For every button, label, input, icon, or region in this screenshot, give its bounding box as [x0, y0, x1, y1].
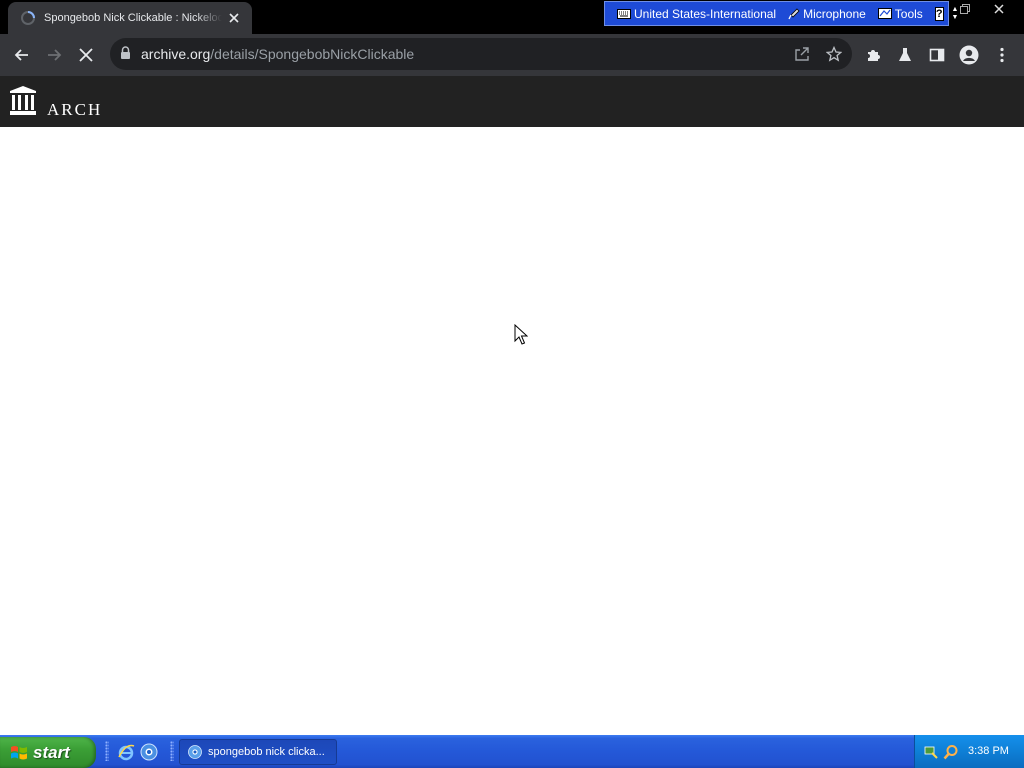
- chrome-icon: [188, 745, 202, 759]
- url-path: /details/SpongebobNickClickable: [210, 46, 415, 62]
- tab-close-icon[interactable]: [226, 10, 242, 26]
- help-icon[interactable]: ?: [934, 6, 944, 21]
- page-content: [0, 127, 1024, 735]
- start-button[interactable]: start: [0, 737, 96, 768]
- mouse-cursor-icon: [514, 324, 528, 345]
- internet-explorer-icon[interactable]: [117, 743, 135, 761]
- loading-spinner-icon: [21, 11, 35, 25]
- chrome-launcher-icon[interactable]: [140, 743, 158, 761]
- stop-loading-button[interactable]: [70, 39, 102, 71]
- microphone-button[interactable]: Microphone: [788, 7, 866, 21]
- language-label: United States-International: [634, 6, 777, 21]
- forward-button[interactable]: [38, 39, 70, 71]
- arrow-left-icon: [14, 49, 28, 61]
- clock[interactable]: 3:38 PM: [968, 735, 1009, 768]
- restore-window-button[interactable]: [950, 0, 980, 18]
- site-header: ARCH: [0, 76, 1024, 127]
- system-tray: 3:38 PM: [914, 735, 1024, 768]
- taskbar-window-label: spongebob nick clicka...: [208, 746, 325, 758]
- flask-icon: [899, 48, 911, 61]
- taskbar: start spongebob nick clicka... 3:38 PM: [0, 735, 1024, 768]
- tools-label: Tools: [894, 6, 923, 21]
- stop-icon: [79, 48, 93, 62]
- labs-button[interactable]: [889, 39, 921, 71]
- language-selector[interactable]: United States-International: [617, 7, 776, 21]
- quick-launch-grip[interactable]: [105, 741, 109, 761]
- tools-icon: [877, 8, 892, 19]
- windows-logo-icon: [11, 745, 27, 759]
- back-button[interactable]: [6, 39, 38, 71]
- browser-tab[interactable]: Spongebob Nick Clickable : Nickelodeon: [8, 2, 252, 34]
- avatar-icon: [959, 45, 979, 65]
- bookmark-star-icon[interactable]: [824, 44, 844, 64]
- tab-strip: Spongebob Nick Clickable : Nickelodeon U…: [0, 0, 1024, 34]
- lock-icon[interactable]: [120, 46, 131, 60]
- profile-button[interactable]: [953, 39, 985, 71]
- archive-logo-icon[interactable]: [9, 86, 37, 116]
- arrow-right-icon: [48, 49, 62, 61]
- close-window-button[interactable]: [984, 0, 1014, 18]
- taskbar-window-button[interactable]: spongebob nick clicka...: [179, 739, 337, 765]
- start-label: start: [33, 742, 70, 762]
- taskbar-grip[interactable]: [170, 741, 174, 761]
- chrome-menu-button[interactable]: [986, 39, 1018, 71]
- restore-icon: [960, 4, 970, 14]
- url-host: archive.org: [141, 46, 211, 62]
- puzzle-icon: [868, 50, 880, 61]
- address-bar[interactable]: archive.org/details/SpongebobNickClickab…: [110, 38, 852, 70]
- side-panel-icon: [929, 48, 945, 62]
- close-icon: [994, 4, 1004, 14]
- search-icon[interactable]: [943, 744, 959, 760]
- keyboard-icon: [617, 8, 631, 19]
- tools-button[interactable]: Tools: [877, 6, 923, 21]
- extensions-button[interactable]: [857, 39, 889, 71]
- browser-toolbar: archive.org/details/SpongebobNickClickab…: [0, 34, 1024, 76]
- side-panel-button[interactable]: [921, 39, 953, 71]
- more-vertical-icon: [1000, 47, 1004, 63]
- site-name[interactable]: ARCH: [47, 100, 102, 120]
- tab-title: Spongebob Nick Clickable : Nickelodeon: [44, 12, 222, 24]
- microphone-icon: [788, 7, 800, 19]
- language-bar: United States-International Microphone T…: [604, 1, 958, 26]
- url-text: archive.org/details/SpongebobNickClickab…: [141, 38, 414, 70]
- share-icon[interactable]: [792, 44, 812, 64]
- microphone-label: Microphone: [803, 6, 866, 21]
- network-icon[interactable]: [923, 744, 939, 760]
